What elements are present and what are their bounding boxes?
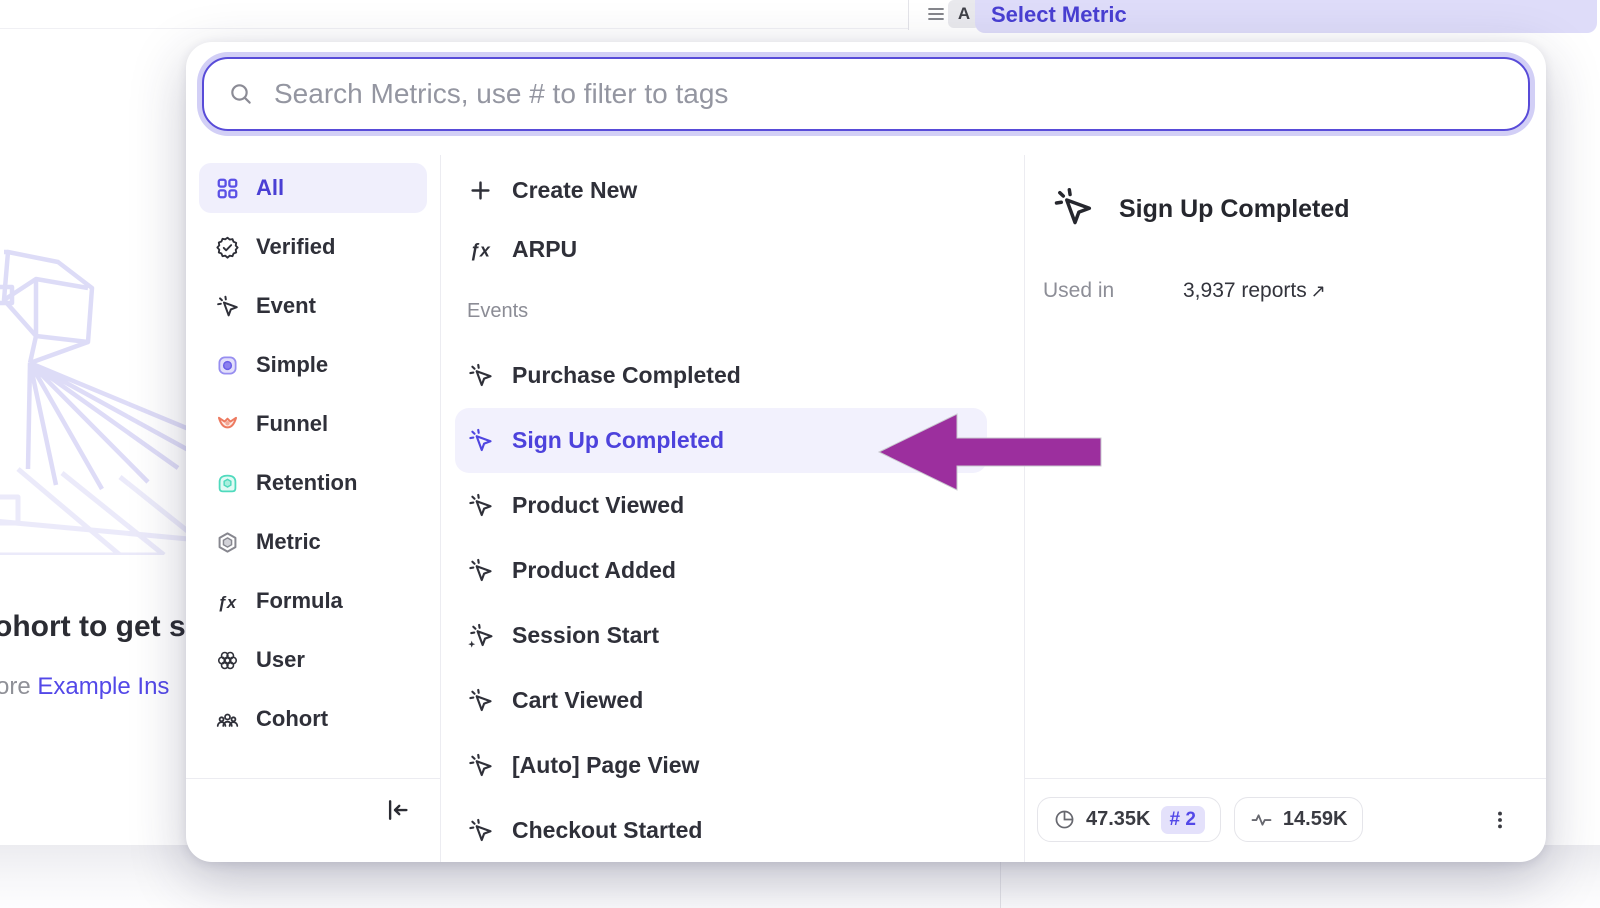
select-metric-label: Select Metric [991, 2, 1127, 28]
user-cluster-icon [215, 648, 240, 673]
create-new-button[interactable]: Create New [441, 161, 1024, 220]
sidebar-item-label: Metric [256, 529, 321, 555]
rank-badge: # 2 [1161, 806, 1205, 834]
sidebar-item-label: Verified [256, 234, 335, 260]
metric-list-item-product-viewed[interactable]: Product Viewed [441, 473, 1024, 538]
sidebar-item-cohort[interactable]: Cohort [199, 694, 427, 744]
volume-stat-pill[interactable]: 47.35K # 2 [1037, 797, 1221, 842]
metric-list-item-checkout-started[interactable]: Checkout Started [441, 798, 1024, 862]
metric-label: Session Start [512, 622, 659, 649]
search-field [202, 57, 1530, 131]
formula-fx-icon [215, 589, 240, 614]
event-cursor-icon [215, 294, 240, 319]
metric-list-item-cart-viewed[interactable]: Cart Viewed [441, 668, 1024, 733]
event-cursor-icon [1051, 185, 1095, 229]
metric-list-item-product-added[interactable]: Product Added [441, 538, 1024, 603]
metric-list-item-arpu[interactable]: ARPU [441, 220, 1024, 279]
metric-label: Product Viewed [512, 492, 684, 519]
background-partial-text: ore Example Ins [0, 673, 169, 701]
search-icon [228, 81, 254, 107]
sidebar-item-label: Cohort [256, 706, 328, 732]
metric-list-item-auto-page-view[interactable]: [Auto] Page View [441, 733, 1024, 798]
sidebar-item-formula[interactable]: Formula [199, 576, 427, 626]
event-cursor-icon [467, 362, 494, 389]
filter-sidebar: All Verified Event Simple Funnel Retenti… [186, 155, 441, 862]
formula-fx-icon [467, 236, 494, 263]
sidebar-item-event[interactable]: Event [199, 281, 427, 331]
event-cursor-icon [467, 492, 494, 519]
pie-chart-icon [1053, 808, 1076, 831]
arrow-up-right-icon: ↗ [1311, 281, 1326, 301]
sidebar-item-label: Formula [256, 588, 343, 614]
sidebar-item-verified[interactable]: Verified [199, 222, 427, 272]
event-cursor-icon [467, 752, 494, 779]
metric-label: Checkout Started [512, 817, 702, 844]
used-in-reports-count: 3,937 reports [1183, 279, 1307, 302]
volume-value: 47.35K [1086, 808, 1151, 831]
metric-picker-dialog: All Verified Event Simple Funnel Retenti… [186, 42, 1546, 862]
sidebar-item-retention[interactable]: Retention [199, 458, 427, 508]
search-input[interactable] [274, 78, 1504, 110]
toolbar-bottom-border [0, 28, 908, 29]
detail-footer-divider [1025, 778, 1546, 779]
metric-label: Sign Up Completed [512, 427, 724, 454]
example-insights-link[interactable]: Example Ins [37, 673, 169, 700]
metric-label: Purchase Completed [512, 362, 741, 389]
metric-list-item-sign-up-completed[interactable]: Sign Up Completed [455, 408, 987, 473]
sidebar-item-simple[interactable]: Simple [199, 340, 427, 390]
activity-stat-pill[interactable]: 14.59K [1234, 797, 1364, 842]
metric-label: ARPU [512, 236, 577, 263]
sidebar-item-label: Retention [256, 470, 357, 496]
metric-label: Cart Viewed [512, 687, 643, 714]
retention-icon [215, 471, 240, 496]
event-cursor-icon [467, 687, 494, 714]
select-metric-field[interactable]: Select Metric [975, 0, 1597, 33]
toolbar-divider [908, 0, 909, 30]
dialog-body: All Verified Event Simple Funnel Retenti… [186, 155, 1546, 862]
metric-stats-row: 47.35K # 2 14.59K [1037, 797, 1363, 842]
metric-list-item-session-start[interactable]: Session Start [441, 603, 1024, 668]
simple-metric-icon [215, 353, 240, 378]
sidebar-item-label: Funnel [256, 411, 328, 437]
background-wireframe-illustration [0, 225, 210, 555]
sidebar-item-all[interactable]: All [199, 163, 427, 213]
grid-icon [215, 176, 240, 201]
metric-list-item-purchase-completed[interactable]: Purchase Completed [441, 343, 1024, 408]
activity-value: 14.59K [1283, 808, 1348, 831]
more-options-button[interactable] [1482, 801, 1518, 839]
sidebar-item-label: Simple [256, 352, 328, 378]
metric-detail-panel: Sign Up Completed Used in 3,937 reports↗… [1025, 155, 1546, 862]
create-new-label: Create New [512, 177, 637, 204]
verified-badge-icon [215, 235, 240, 260]
plus-icon [467, 177, 494, 204]
sidebar-item-label: User [256, 647, 305, 673]
event-cursor-icon [467, 817, 494, 844]
metric-label: [Auto] Page View [512, 752, 699, 779]
sidebar-item-user[interactable]: User [199, 635, 427, 685]
metric-hexagon-icon [215, 530, 240, 555]
events-section-label: Events [441, 279, 1024, 343]
funnel-icon [215, 412, 240, 437]
event-cursor-star-icon [467, 622, 494, 649]
drag-handle-icon[interactable] [926, 4, 946, 24]
metric-label: Product Added [512, 557, 676, 584]
sidebar-item-label: All [256, 175, 284, 201]
used-in-label: Used in [1043, 279, 1114, 303]
sidebar-item-funnel[interactable]: Funnel [199, 399, 427, 449]
activity-pulse-icon [1250, 808, 1273, 831]
sidebar-item-metric[interactable]: Metric [199, 517, 427, 567]
cohort-people-icon [215, 707, 240, 732]
event-cursor-icon [467, 427, 494, 454]
used-in-reports-link[interactable]: 3,937 reports↗ [1183, 279, 1326, 303]
metric-detail-title: Sign Up Completed [1119, 195, 1350, 224]
background-text-prefix: ore [0, 673, 37, 700]
background-partial-heading: ohort to get s [0, 610, 186, 644]
collapse-sidebar-icon[interactable] [382, 795, 412, 825]
sidebar-footer-divider [186, 778, 440, 779]
event-cursor-icon [467, 557, 494, 584]
kebab-menu-icon [1489, 809, 1511, 831]
sidebar-item-label: Event [256, 293, 316, 319]
metric-list: Create New ARPU Events Purchase Complete… [441, 155, 1025, 862]
